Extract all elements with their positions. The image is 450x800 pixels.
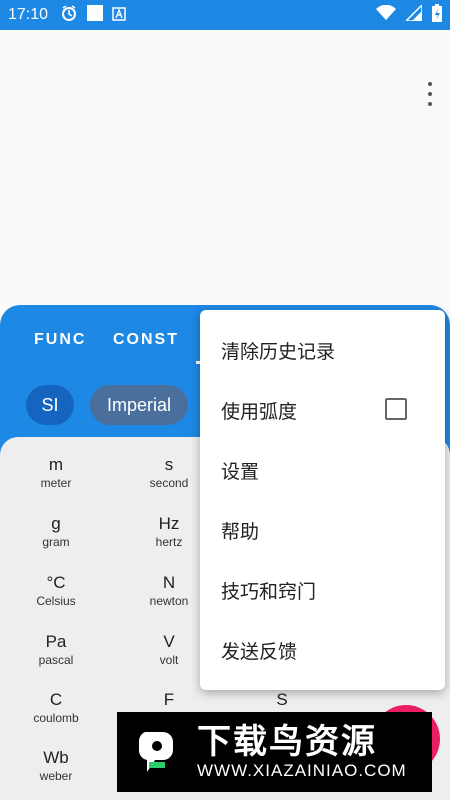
chip-si[interactable]: SI bbox=[26, 385, 74, 425]
tab-func[interactable]: FUNC bbox=[34, 331, 86, 349]
unit-symbol: Pa bbox=[45, 632, 67, 651]
unit-symbol: m bbox=[48, 455, 64, 474]
unit-second[interactable]: s second bbox=[129, 455, 209, 490]
unit-symbol: g bbox=[51, 514, 61, 533]
tab-const[interactable]: CONST bbox=[113, 331, 179, 349]
unit-symbol: Wb bbox=[43, 748, 69, 767]
unit-symbol: °C bbox=[46, 573, 66, 592]
radians-checkbox[interactable] bbox=[385, 398, 407, 420]
unit-hertz[interactable]: Hz hertz bbox=[129, 514, 209, 549]
unit-coulomb[interactable]: Ccoulomb bbox=[16, 690, 96, 725]
watermark-url: WWW.XIAZAINIAO.COM bbox=[197, 761, 407, 780]
unit-symbol: s bbox=[164, 455, 174, 474]
menu-item-feedback[interactable]: 发送反馈 bbox=[200, 620, 445, 680]
unit-name: volt bbox=[159, 653, 179, 667]
unit-name: hertz bbox=[155, 535, 183, 549]
calculator-display bbox=[0, 30, 450, 306]
unit-name: gram bbox=[42, 535, 70, 549]
unit-weber[interactable]: Wb weber bbox=[16, 748, 96, 783]
alarm-icon bbox=[60, 4, 78, 26]
watermark-banner: 下载鸟资源 WWW.XIAZAINIAO.COM bbox=[117, 712, 432, 792]
signal-icon bbox=[404, 3, 423, 25]
more-options-icon[interactable] bbox=[424, 82, 436, 106]
unit-symbol: S bbox=[276, 690, 288, 709]
unit-name: coulomb bbox=[33, 711, 79, 725]
menu-item-use-radians[interactable]: 使用弧度 bbox=[200, 380, 445, 440]
battery-icon bbox=[432, 4, 442, 26]
watermark-title: 下载鸟资源 bbox=[197, 722, 377, 762]
unit-symbol: C bbox=[49, 690, 63, 709]
menu-item-settings[interactable]: 设置 bbox=[200, 440, 445, 500]
unit-pascal[interactable]: Pa pascal bbox=[16, 632, 96, 667]
unit-meter[interactable]: m meter bbox=[16, 455, 96, 490]
bird-logo-icon bbox=[127, 722, 187, 782]
status-bar: 17:10 bbox=[0, 0, 450, 30]
unit-volt[interactable]: Vvolt bbox=[129, 632, 209, 667]
menu-item-tips[interactable]: 技巧和窍门 bbox=[200, 560, 445, 620]
unit-name: pascal bbox=[38, 653, 74, 667]
status-time: 17:10 bbox=[8, 6, 49, 23]
unit-symbol: V bbox=[163, 632, 175, 651]
overflow-menu: 清除历史记录 使用弧度 设置 帮助 技巧和窍门 发送反馈 bbox=[200, 310, 445, 690]
menu-item-label: 使用弧度 bbox=[221, 400, 298, 423]
square-notification-icon bbox=[86, 4, 104, 26]
unit-symbol: Hz bbox=[158, 514, 180, 533]
unit-newton[interactable]: Nnewton bbox=[129, 573, 209, 608]
unit-name: meter bbox=[40, 476, 72, 490]
unit-symbol: F bbox=[163, 690, 175, 709]
unit-gram[interactable]: g gram bbox=[16, 514, 96, 549]
a-notification-icon bbox=[112, 6, 126, 25]
unit-symbol: N bbox=[162, 573, 176, 592]
chip-imperial[interactable]: Imperial bbox=[90, 385, 188, 425]
unit-celsius[interactable]: °C Celsius bbox=[16, 573, 96, 608]
unit-name: Celsius bbox=[36, 594, 76, 608]
unit-name: second bbox=[149, 476, 189, 490]
menu-item-clear-history[interactable]: 清除历史记录 bbox=[200, 320, 445, 380]
menu-item-help[interactable]: 帮助 bbox=[200, 500, 445, 560]
unit-name: weber bbox=[39, 769, 73, 783]
unit-name: newton bbox=[149, 594, 189, 608]
watermark-text: 下载鸟资源 WWW.XIAZAINIAO.COM bbox=[197, 723, 407, 781]
wifi-icon bbox=[376, 4, 396, 25]
